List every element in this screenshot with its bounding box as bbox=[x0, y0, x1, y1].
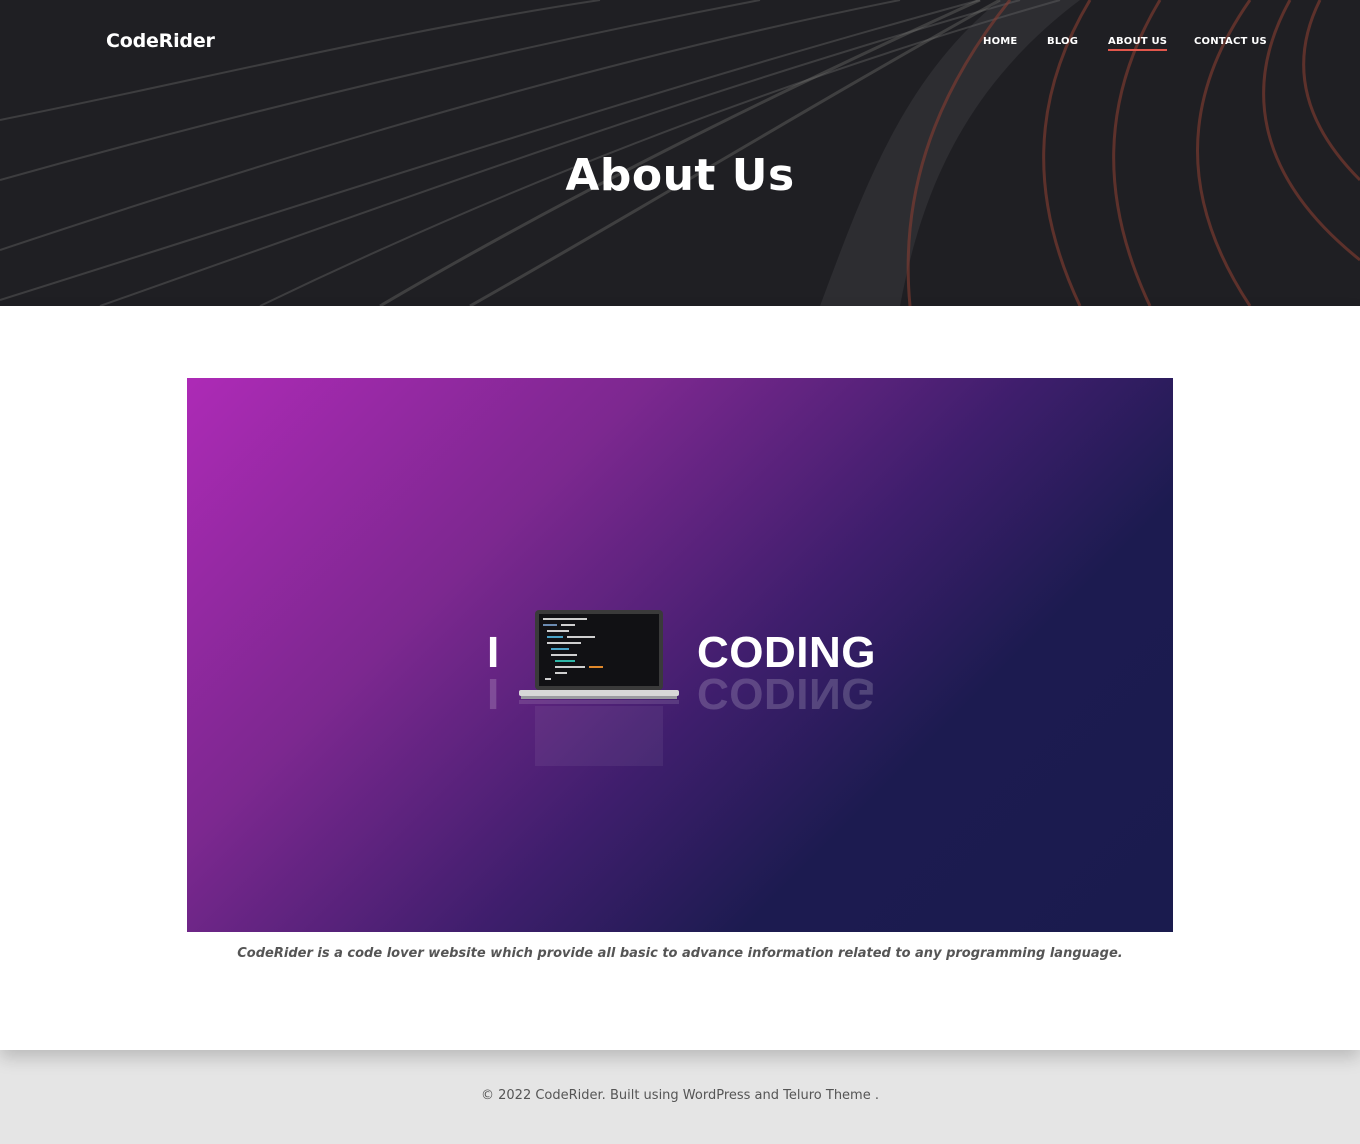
about-caption: CodeRider is a code lover website which … bbox=[237, 946, 1123, 961]
main-content: I I CODING CODING CodeRider is a code lo… bbox=[0, 306, 1360, 1050]
laptop-icon bbox=[519, 610, 679, 766]
nav-item-contact-us[interactable]: CONTACT US bbox=[1194, 36, 1267, 47]
hero-header: CodeRider HOME BLOG ABOUT US CONTACT US … bbox=[0, 0, 1360, 306]
footer-credits: © 2022 CodeRider. Built using WordPress … bbox=[481, 1088, 879, 1103]
page-title: About Us bbox=[565, 150, 795, 201]
feature-text-i-reflection: I bbox=[487, 669, 500, 718]
nav-item-about-us[interactable]: ABOUT US bbox=[1108, 36, 1168, 51]
main-nav: HOME BLOG ABOUT US CONTACT US bbox=[0, 36, 1360, 56]
nav-item-blog[interactable]: BLOG bbox=[1047, 36, 1078, 47]
feature-text-coding-reflection: CODING bbox=[697, 669, 876, 718]
nav-item-home[interactable]: HOME bbox=[983, 36, 1017, 47]
feature-image: I I CODING CODING bbox=[187, 378, 1173, 932]
